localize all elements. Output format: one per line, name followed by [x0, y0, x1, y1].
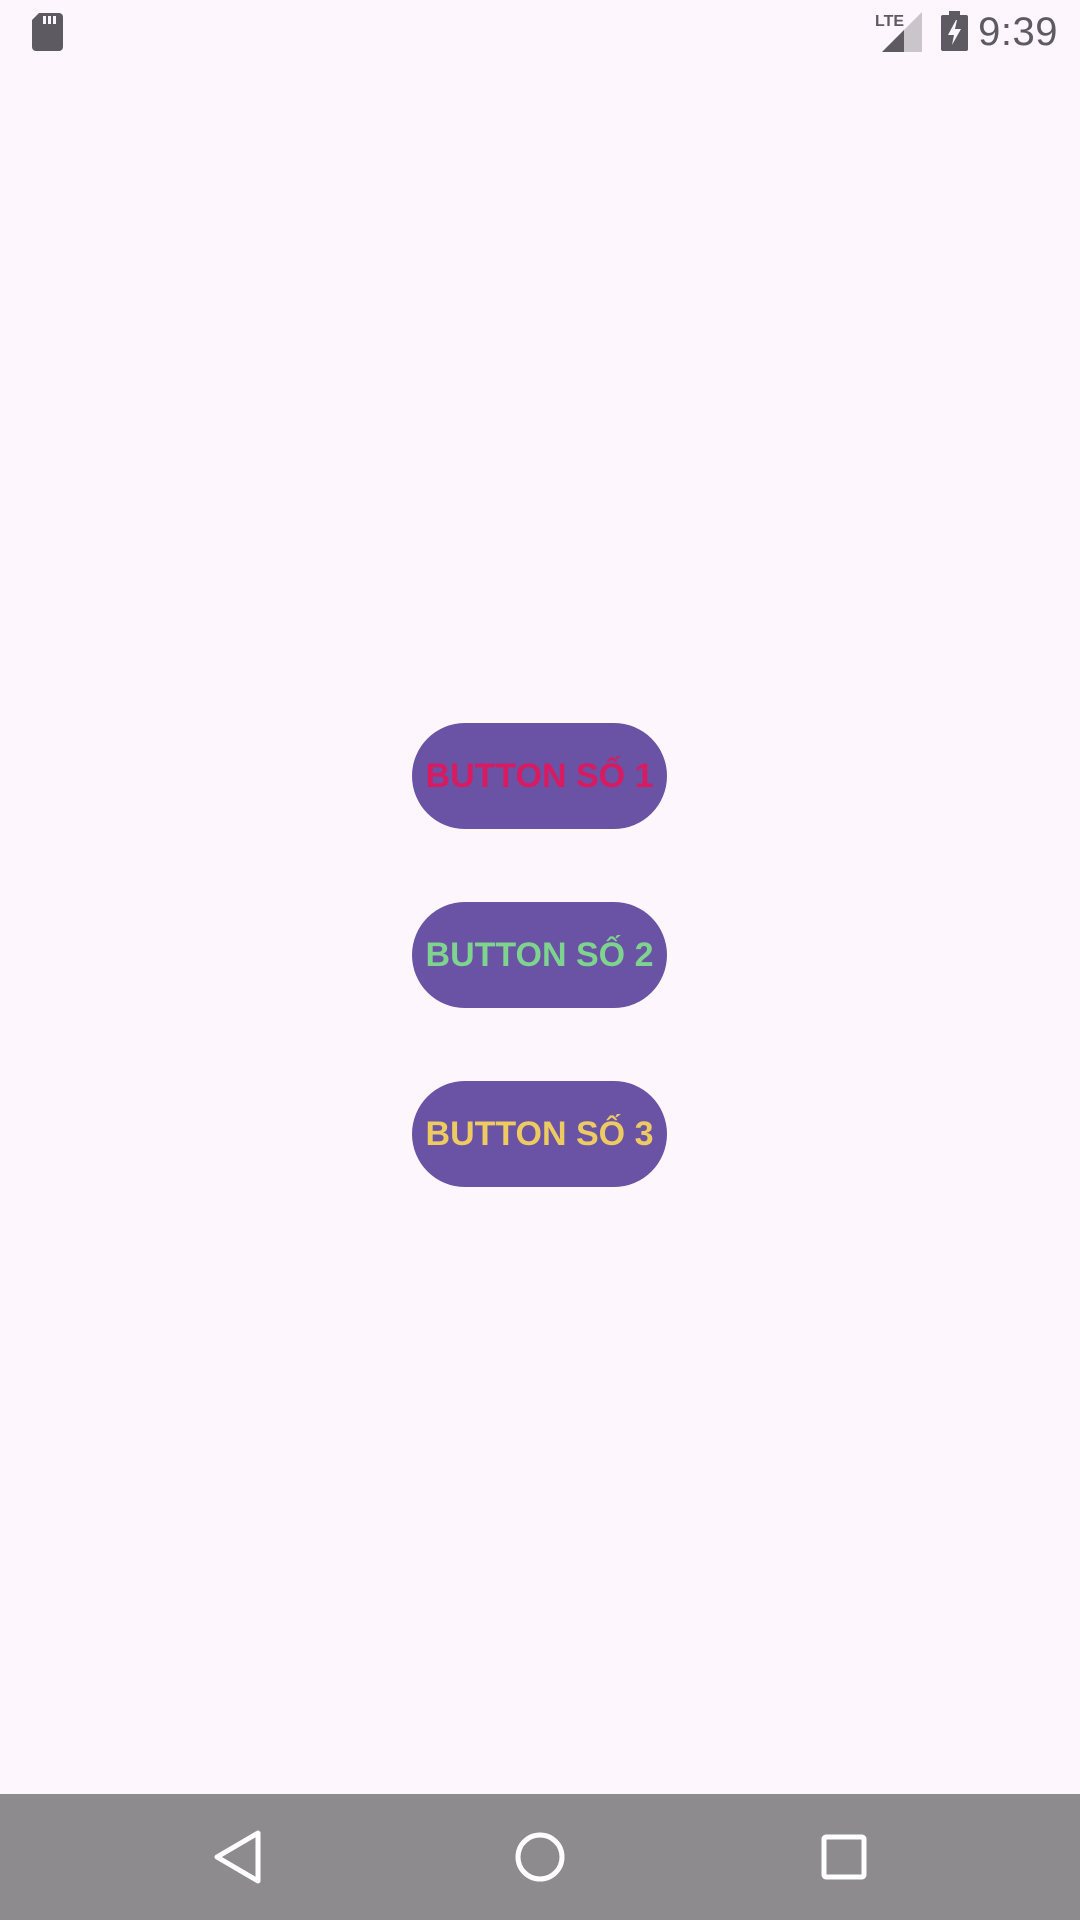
network-label: LTE	[875, 13, 904, 30]
button-1[interactable]: BUTTON SỐ 1	[412, 723, 667, 829]
lte-signal-icon: LTE	[875, 12, 922, 52]
nav-home-button[interactable]	[470, 1794, 610, 1920]
home-icon	[515, 1832, 565, 1882]
button-2[interactable]: BUTTON SỐ 2	[412, 902, 667, 1008]
status-bar: LTE 9:39	[0, 0, 1080, 63]
nav-back-button[interactable]	[167, 1794, 307, 1920]
navigation-bar	[0, 1794, 1080, 1920]
clock: 9:39	[978, 10, 1058, 54]
sd-card-icon	[32, 13, 63, 51]
button-3[interactable]: BUTTON SỐ 3	[412, 1081, 667, 1187]
battery-charging-icon	[941, 11, 968, 51]
recents-icon	[821, 1834, 867, 1880]
back-icon	[214, 1830, 261, 1884]
nav-recents-button[interactable]	[774, 1794, 914, 1920]
